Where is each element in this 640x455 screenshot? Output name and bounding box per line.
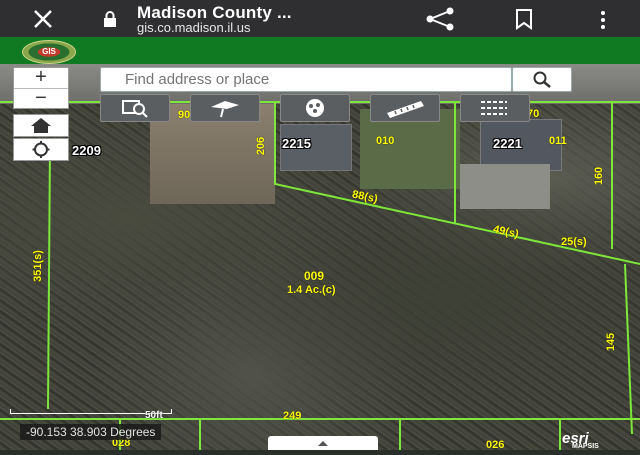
house-number: 2221 bbox=[493, 136, 522, 151]
parcel-label: 011 bbox=[549, 135, 567, 147]
locate-button[interactable] bbox=[13, 138, 69, 161]
search-button[interactable] bbox=[512, 67, 572, 92]
bookmark-icon[interactable] bbox=[513, 8, 535, 30]
coordinate-readout: -90.153 38.903 Degrees bbox=[20, 424, 162, 440]
esri-logo: esri MAPSIS bbox=[562, 430, 599, 450]
county-logo: GIS bbox=[22, 40, 76, 64]
attribution-small: MAPSIS bbox=[572, 443, 599, 450]
measure-icon bbox=[387, 101, 424, 118]
chevron-up-icon bbox=[318, 441, 328, 446]
measure-area-icon bbox=[211, 101, 239, 118]
search-input[interactable] bbox=[123, 68, 517, 91]
attribute-table-tab[interactable] bbox=[268, 436, 378, 450]
identify-icon bbox=[122, 100, 148, 118]
dimension-label: 145 bbox=[605, 332, 618, 352]
parcel-label: 026 bbox=[486, 439, 505, 451]
close-icon[interactable] bbox=[30, 6, 56, 32]
measure-area-tool-button[interactable] bbox=[190, 94, 260, 122]
app-header-bar bbox=[0, 37, 640, 64]
select-tool-button[interactable] bbox=[280, 94, 350, 122]
parcel-label: 009 bbox=[304, 269, 325, 283]
zoom-out-button[interactable]: − bbox=[14, 88, 68, 109]
search-box bbox=[100, 67, 517, 92]
select-icon bbox=[306, 99, 324, 117]
dimension-label: 90 bbox=[178, 109, 191, 121]
house-number: 2209 bbox=[72, 143, 101, 158]
dimension-label: 160 bbox=[593, 166, 606, 186]
dimension-label: 206 bbox=[255, 136, 268, 156]
scale-label: 50ft bbox=[145, 410, 163, 421]
identify-tool-button[interactable] bbox=[100, 94, 170, 122]
share-icon[interactable] bbox=[424, 7, 456, 31]
locate-icon bbox=[32, 141, 50, 158]
lock-icon bbox=[104, 11, 116, 27]
dimension-label: 351(s) bbox=[31, 250, 44, 282]
measure-tool-button[interactable] bbox=[370, 94, 440, 122]
dimension-label: 249 bbox=[283, 410, 302, 422]
logo-text: GIS bbox=[42, 47, 56, 56]
dimension-label: 25(s) bbox=[561, 236, 587, 248]
parcel-label: 010 bbox=[376, 135, 395, 147]
browser-top-bar: Madison County ... gis.co.madison.il.us bbox=[0, 0, 640, 37]
page-url[interactable]: gis.co.madison.il.us bbox=[137, 20, 250, 35]
home-icon bbox=[31, 118, 51, 133]
legend-icon bbox=[481, 101, 507, 115]
house-number: 2215 bbox=[282, 136, 311, 151]
search-icon bbox=[533, 71, 551, 88]
home-button[interactable] bbox=[13, 114, 69, 137]
parcel-acreage: 1.4 Ac.(c) bbox=[287, 284, 336, 296]
legend-tool-button[interactable] bbox=[460, 94, 530, 122]
zoom-in-button[interactable]: + bbox=[14, 67, 68, 88]
zoom-control: + − bbox=[13, 67, 69, 109]
more-vert-icon[interactable] bbox=[596, 9, 610, 31]
